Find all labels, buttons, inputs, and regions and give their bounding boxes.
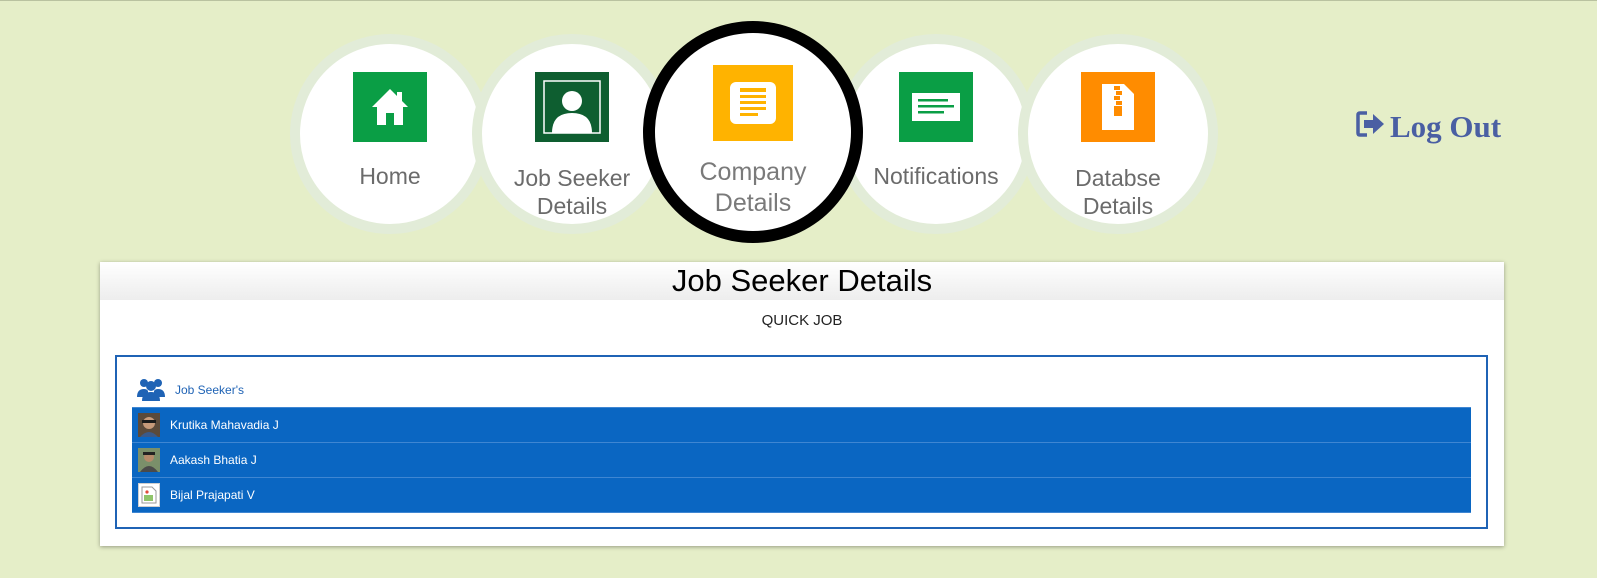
avatar [138, 448, 160, 472]
panel-subtitle: QUICK JOB [761, 312, 843, 329]
list-item[interactable]: Krutika Mahavadia J [132, 407, 1471, 442]
home-icon [353, 72, 427, 142]
logout-link[interactable]: Log Out [1356, 109, 1501, 145]
sign-out-icon [1356, 109, 1386, 145]
list-item[interactable]: Bijal Prajapati V [132, 477, 1471, 513]
nav-database-details-label: Databse Details [1075, 165, 1161, 219]
panel-title: Job Seeker Details [100, 262, 1504, 300]
nav-company-details[interactable]: Company Details [643, 21, 863, 243]
job-seeker-list-box: Job Seeker's Krutika Mahavadia J Aakash … [115, 355, 1488, 529]
users-icon [137, 377, 165, 404]
list-title: Job Seeker's [175, 383, 244, 397]
nav-database-details[interactable]: Databse Details [1018, 34, 1218, 234]
job-seeker-list: Krutika Mahavadia J Aakash Bhatia J Bija… [132, 407, 1471, 513]
nav-job-seeker-details[interactable]: Job Seeker Details [472, 34, 672, 234]
nav-notifications[interactable]: Notifications [836, 34, 1036, 234]
nav-home[interactable]: Home [290, 34, 490, 234]
nav-job-seeker-details-label: Job Seeker Details [513, 165, 631, 219]
broken-image-icon [138, 483, 160, 507]
seeker-name: Krutika Mahavadia J [170, 418, 279, 432]
archive-icon [1081, 72, 1155, 142]
list-item[interactable]: Aakash Bhatia J [132, 442, 1471, 477]
nav-home-label: Home [359, 163, 421, 189]
list-header: Job Seeker's [137, 377, 244, 403]
nav-company-details-label: Company Details [699, 158, 807, 217]
job-seeker-panel: Job Seeker Details QUICK JOB Job Seeker'… [100, 262, 1504, 546]
nav-notifications-label: Notifications [873, 163, 999, 189]
avatar [138, 413, 160, 437]
seeker-name: Aakash Bhatia J [170, 453, 257, 467]
message-icon [899, 72, 973, 142]
seeker-name: Bijal Prajapati V [170, 488, 255, 502]
logout-label: Log Out [1390, 109, 1502, 144]
document-icon [713, 65, 793, 141]
user-icon [535, 72, 609, 142]
